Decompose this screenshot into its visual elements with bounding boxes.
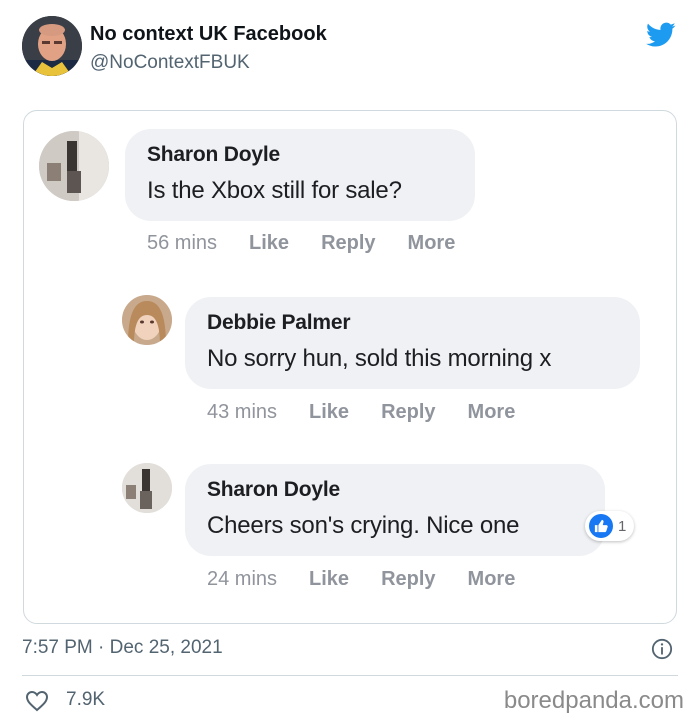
tweet-header: No context UK Facebook @NoContextFBUK — [22, 16, 678, 80]
watermark: boredpanda.com — [503, 687, 684, 714]
comment-time[interactable]: 56 mins — [147, 232, 217, 255]
like-link[interactable]: Like — [309, 568, 349, 591]
commenter-name[interactable]: Sharon Doyle — [207, 478, 583, 502]
thumbs-up-icon — [589, 514, 613, 538]
more-link[interactable]: More — [408, 232, 456, 255]
comment-bubble: Sharon Doyle Cheers son's crying. Nice o… — [185, 464, 605, 556]
like-link[interactable]: Like — [309, 401, 349, 424]
reaction-count: 1 — [618, 517, 627, 535]
reply-link[interactable]: Reply — [381, 401, 435, 424]
comment-actions: 43 mins Like Reply More — [207, 401, 547, 424]
reply-link[interactable]: Reply — [381, 568, 435, 591]
commenter-name[interactable]: Sharon Doyle — [147, 143, 453, 167]
author-avatar[interactable] — [22, 16, 82, 76]
commenter-name[interactable]: Debbie Palmer — [207, 311, 618, 335]
comment-text: No sorry hun, sold this morning x — [207, 345, 552, 372]
tweet-timestamp[interactable]: 7:57 PM · Dec 25, 2021 — [22, 637, 223, 659]
divider — [22, 675, 678, 676]
comment-bubble: Sharon Doyle Is the Xbox still for sale? — [125, 129, 475, 221]
comment-time[interactable]: 24 mins — [207, 568, 277, 591]
comment-text: Cheers son's crying. Nice one — [207, 512, 520, 539]
more-link[interactable]: More — [468, 568, 516, 591]
reply-link[interactable]: Reply — [321, 232, 375, 255]
twitter-bird-icon[interactable] — [646, 22, 676, 48]
like-count[interactable]: 7.9K — [66, 689, 105, 711]
comment-time[interactable]: 43 mins — [207, 401, 277, 424]
author-handle[interactable]: @NoContextFBUK — [90, 52, 250, 74]
info-icon[interactable] — [651, 638, 673, 660]
reaction-badge[interactable]: 1 — [585, 511, 635, 541]
author-name[interactable]: No context UK Facebook — [90, 23, 327, 46]
embedded-image[interactable]: Sharon Doyle Is the Xbox still for sale?… — [23, 110, 677, 624]
comment-actions: 24 mins Like Reply More — [207, 568, 547, 591]
commenter-avatar[interactable] — [122, 463, 172, 513]
comment-actions: 56 mins Like Reply More — [147, 232, 487, 255]
commenter-avatar[interactable] — [122, 295, 172, 345]
heart-icon[interactable] — [25, 690, 49, 712]
comment-text: Is the Xbox still for sale? — [147, 177, 402, 204]
comment-bubble: Debbie Palmer No sorry hun, sold this mo… — [185, 297, 640, 389]
like-link[interactable]: Like — [249, 232, 289, 255]
commenter-avatar[interactable] — [39, 131, 109, 201]
more-link[interactable]: More — [468, 401, 516, 424]
